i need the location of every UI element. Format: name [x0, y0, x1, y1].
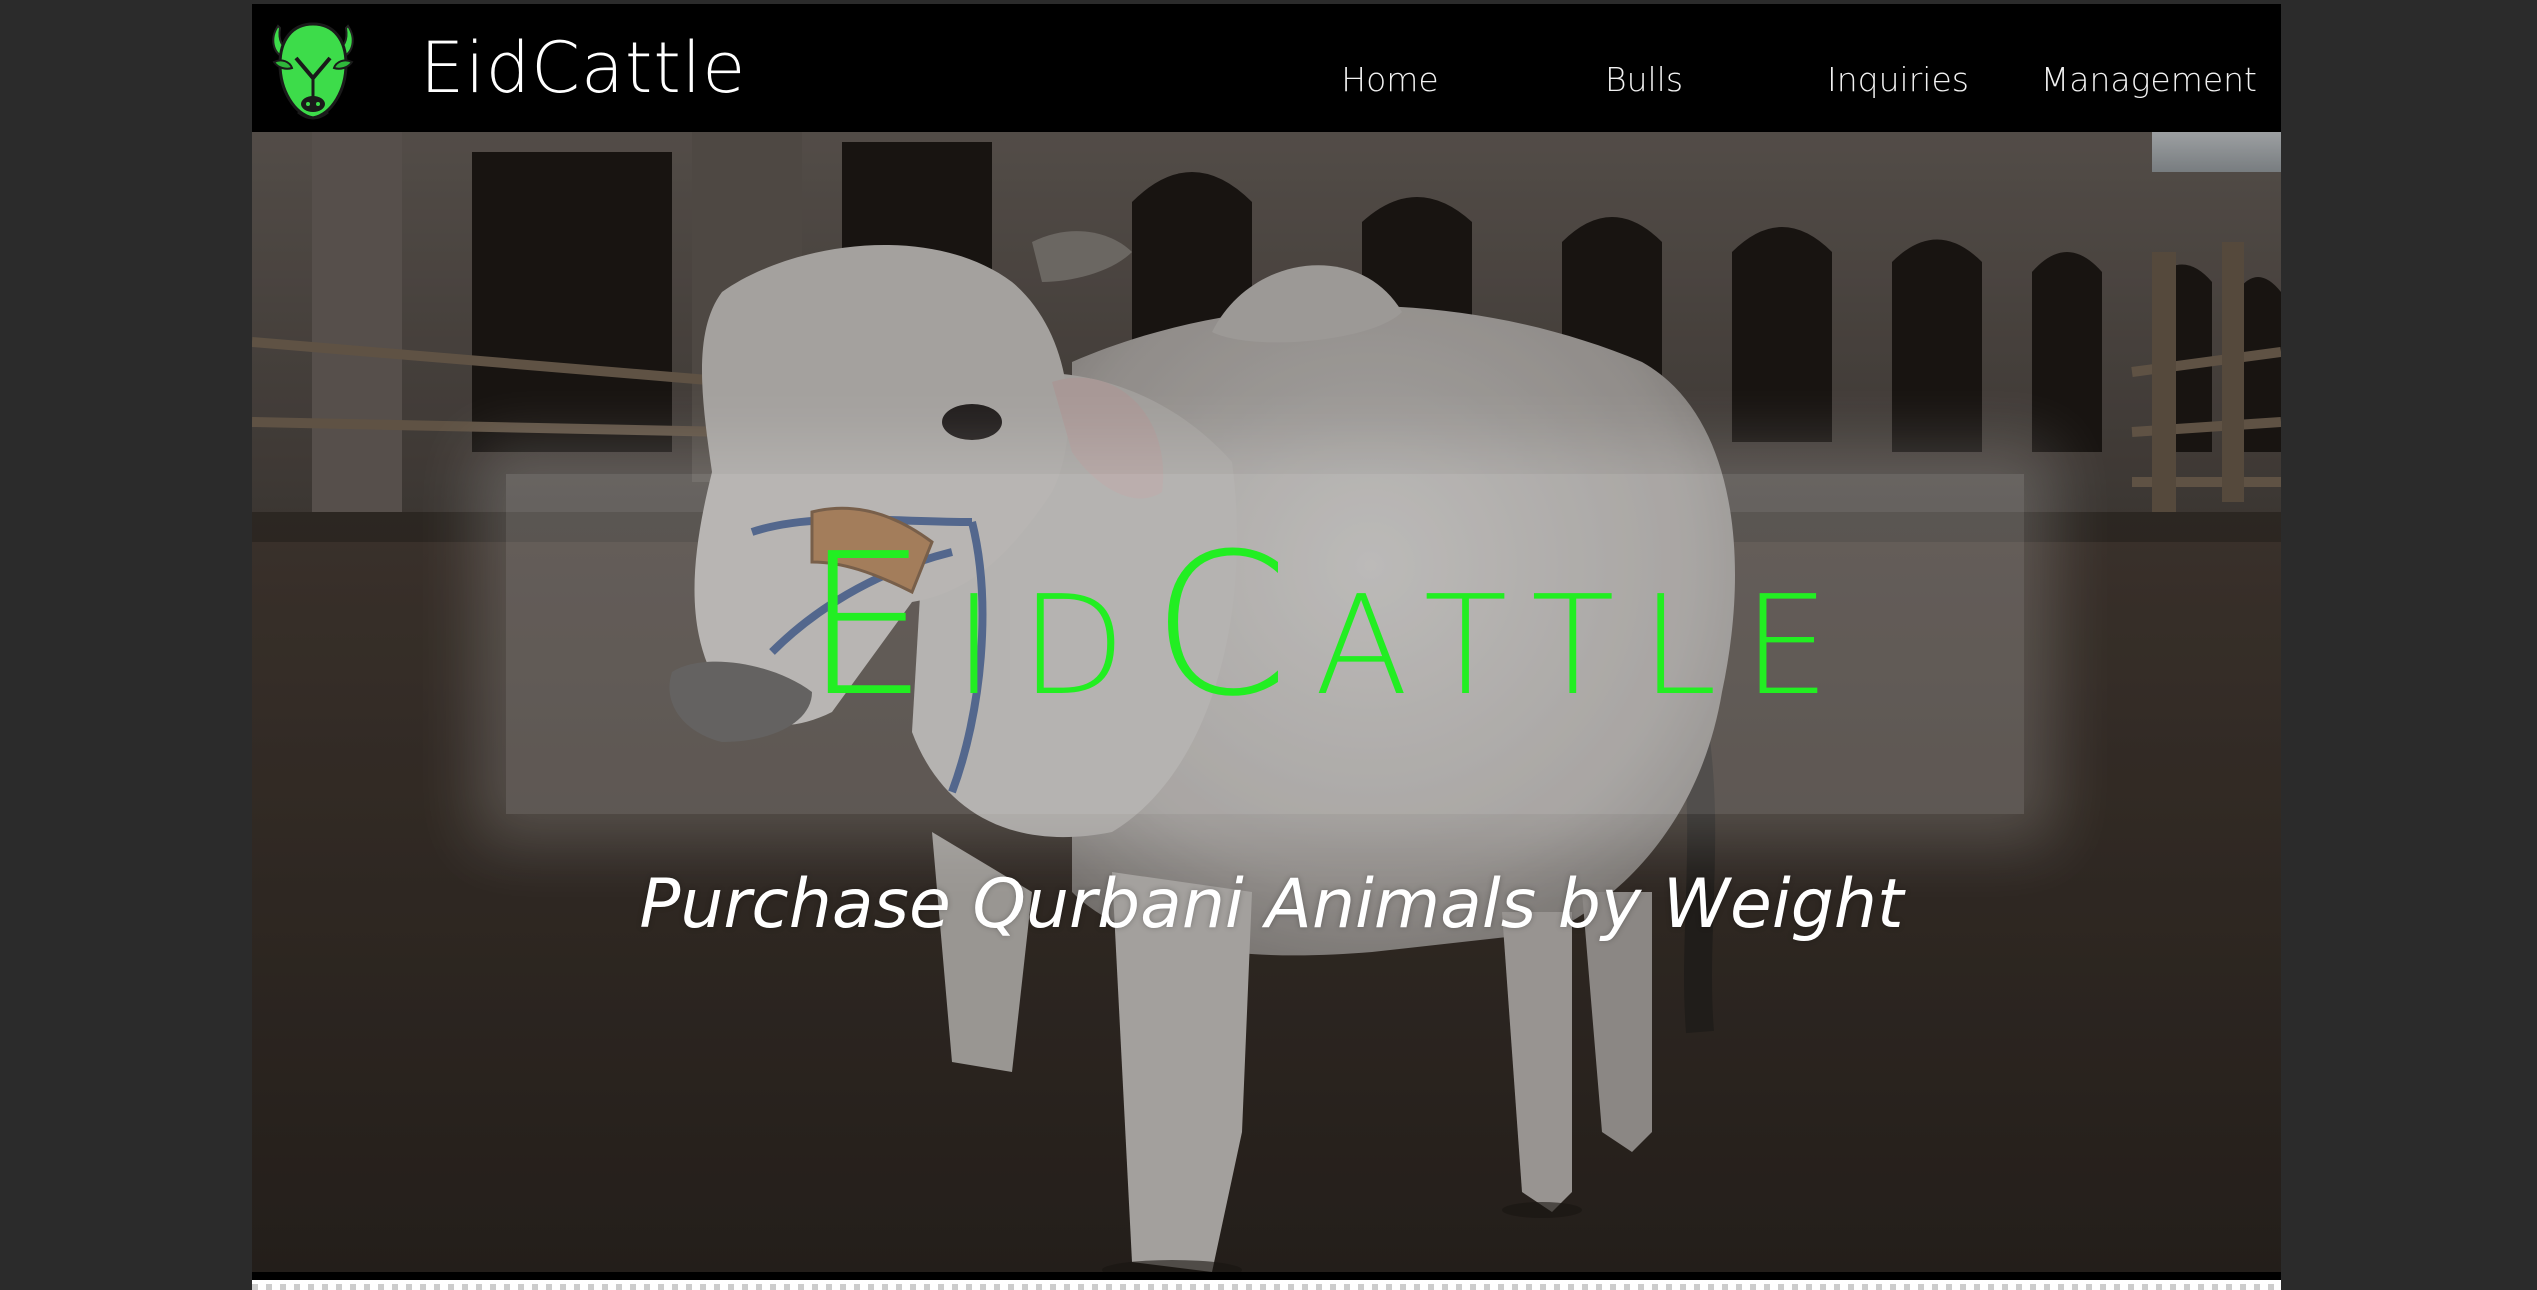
- nav-inquiries[interactable]: Inquiries: [1771, 60, 2025, 99]
- hero-subtitle: Purchase Qurbani Animals by Weight: [639, 865, 1904, 944]
- navbar: EidCattle Home Bulls Inquiries Managemen…: [252, 4, 2281, 132]
- page-content-edge: [252, 1280, 2281, 1290]
- brand-name[interactable]: EidCattle: [420, 26, 746, 110]
- page: EidCattle Home Bulls Inquiries Managemen…: [252, 4, 2281, 1290]
- hero-section: EidCattle Purchase Qurbani Animals by We…: [252, 132, 2281, 1272]
- nav-links: Home Bulls Inquiries Management: [1263, 44, 2257, 114]
- clipped-text-line: [252, 1284, 2281, 1290]
- nav-management[interactable]: Management: [2025, 60, 2257, 99]
- hero-title-container: EidCattle: [804, 506, 2104, 746]
- bull-head-icon[interactable]: [268, 18, 358, 122]
- nav-bulls[interactable]: Bulls: [1517, 60, 1771, 99]
- hero-title: EidCattle: [804, 512, 1856, 740]
- nav-home[interactable]: Home: [1263, 60, 1517, 99]
